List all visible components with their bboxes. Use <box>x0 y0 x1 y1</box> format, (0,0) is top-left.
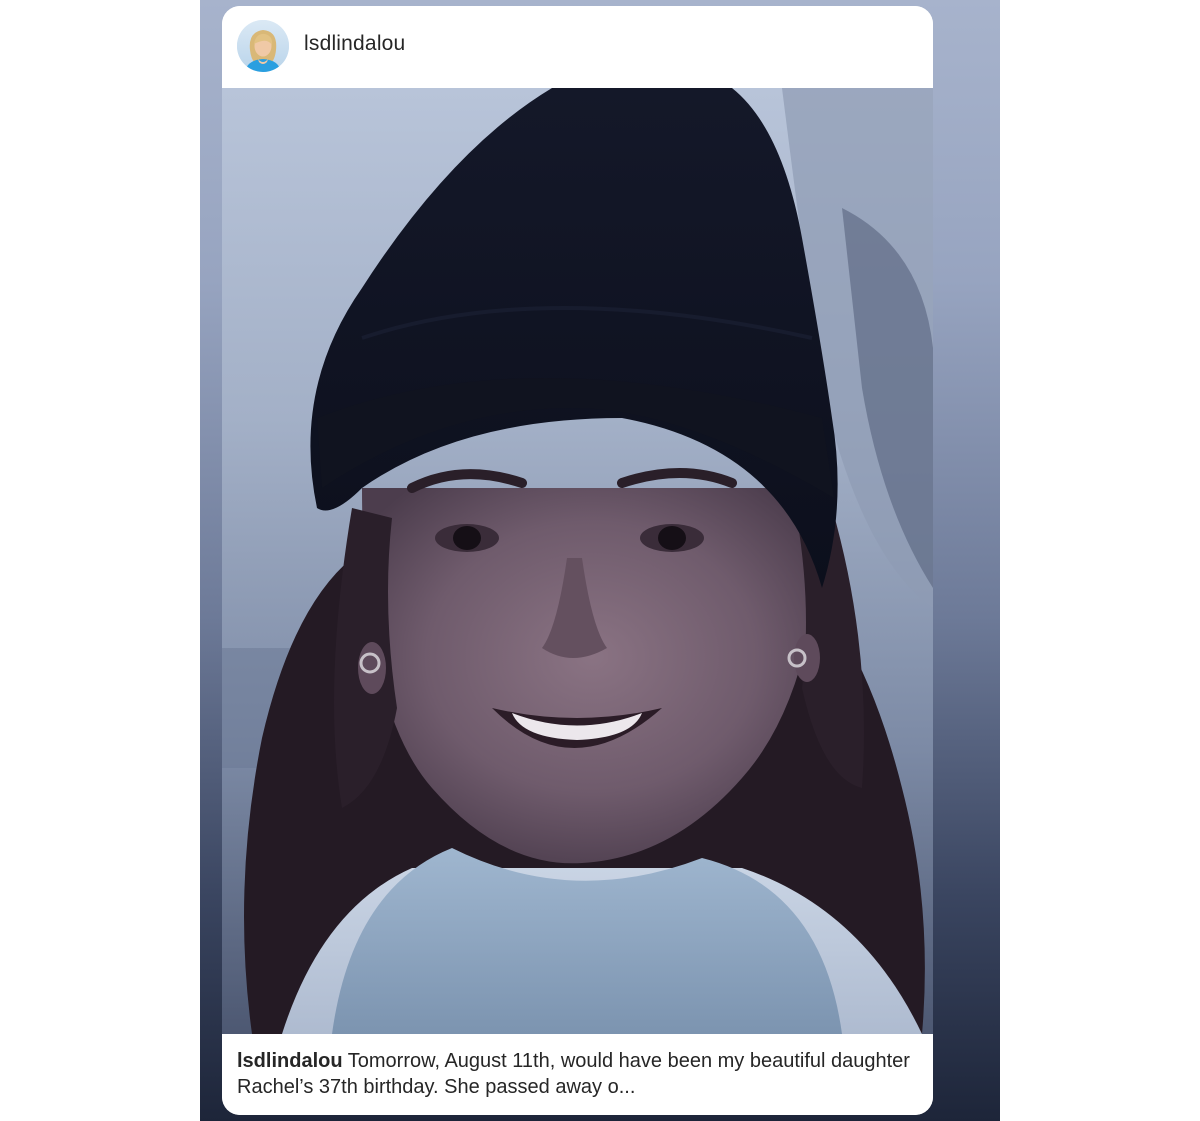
post-card: lsdlindalou lsdlindalou Tomorrow, August… <box>222 6 933 1115</box>
avatar-image-icon <box>237 20 289 72</box>
post-username[interactable]: lsdlindalou <box>304 32 405 56</box>
portrait-photo-icon <box>222 88 933 1034</box>
caption-text: lsdlindalou Tomorrow, August 11th, would… <box>237 1048 927 1100</box>
post-header: lsdlindalou <box>222 6 933 88</box>
profile-avatar[interactable] <box>237 20 289 72</box>
caption-username[interactable]: lsdlindalou <box>237 1050 343 1072</box>
post-photo <box>222 88 933 1034</box>
post-caption: lsdlindalou Tomorrow, August 11th, would… <box>222 1034 933 1115</box>
